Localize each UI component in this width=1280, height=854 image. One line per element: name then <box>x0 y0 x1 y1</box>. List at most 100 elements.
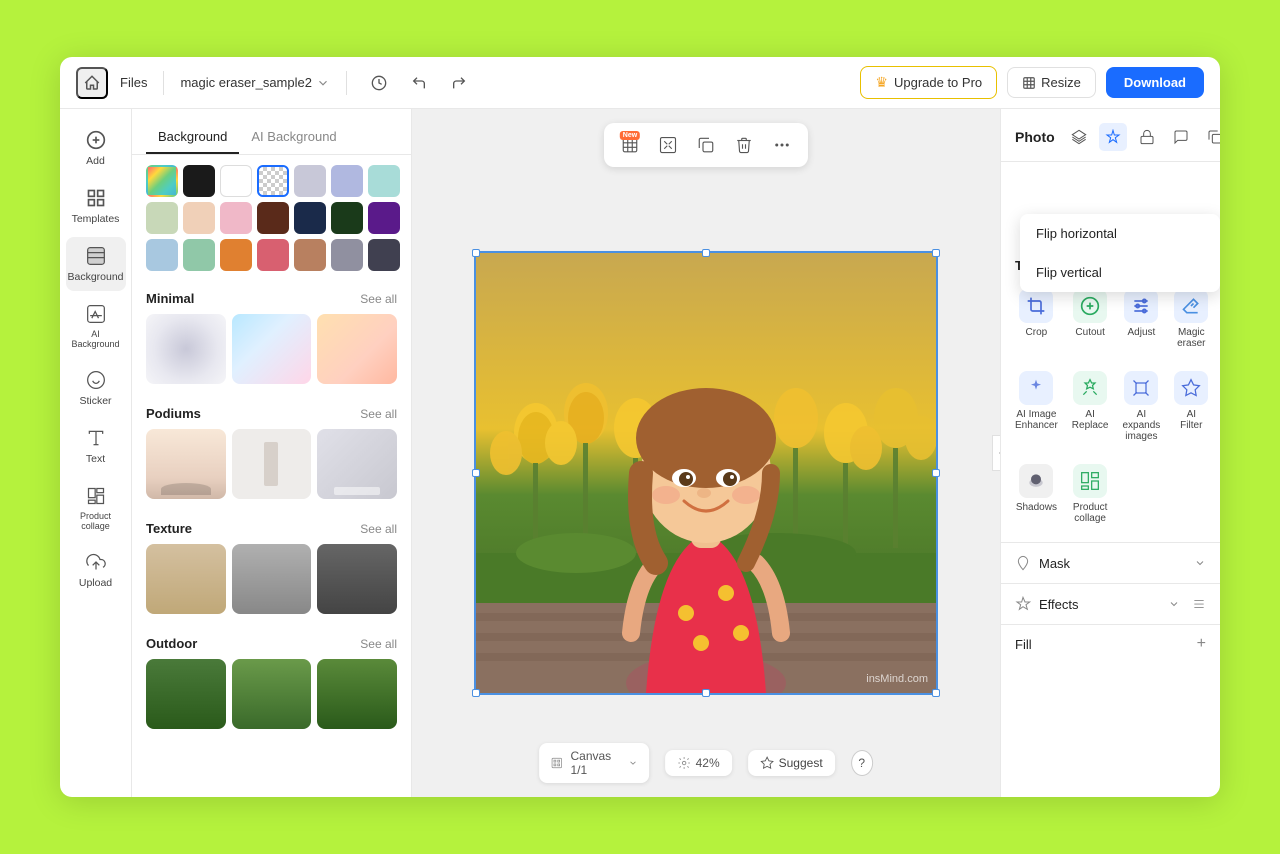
home-button[interactable] <box>76 67 108 99</box>
sidebar-item-add[interactable]: Add <box>66 121 126 175</box>
thumb-outdoor-3[interactable] <box>317 659 397 729</box>
sidebar-item-templates[interactable]: Templates <box>66 179 126 233</box>
outdoor-grid <box>132 655 411 741</box>
tool-ai-image-enhancer[interactable]: AI Image Enhancer <box>1011 363 1062 450</box>
resize-handle-bm[interactable] <box>702 689 710 697</box>
resize-handle-br[interactable] <box>932 689 940 697</box>
tool-ai-filter[interactable]: AI Filter <box>1170 363 1212 450</box>
thumb-texture-3[interactable] <box>317 544 397 614</box>
tool-adjust[interactable]: Adjust <box>1118 281 1164 357</box>
files-link[interactable]: Files <box>120 75 147 90</box>
lock-icon[interactable] <box>1133 123 1161 151</box>
right-panel-title: Photo <box>1015 129 1055 145</box>
swatch-rainbow[interactable] <box>146 165 178 197</box>
swatch-dark-green[interactable] <box>331 202 363 234</box>
download-button[interactable]: Download <box>1106 67 1204 98</box>
flip-horizontal-item[interactable]: Flip horizontal <box>1020 214 1220 253</box>
thumb-podium-2[interactable] <box>232 429 312 499</box>
section-header-outdoor: Outdoor See all <box>132 626 411 655</box>
tool-cutout[interactable]: Cutout <box>1068 281 1113 357</box>
fit-screen-button[interactable] <box>652 129 684 161</box>
minimal-grid <box>132 310 411 396</box>
sidebar-item-upload[interactable]: Upload <box>66 543 126 597</box>
swatch-teal-light[interactable] <box>368 165 400 197</box>
help-button[interactable]: ? <box>851 750 873 776</box>
duplicate-panel-icon[interactable] <box>1201 123 1220 151</box>
suggest-button[interactable]: Suggest <box>748 750 835 776</box>
swatch-mint[interactable] <box>183 239 215 271</box>
swatch-tan[interactable] <box>294 239 326 271</box>
swatch-sage[interactable] <box>146 202 178 234</box>
resize-button[interactable]: Resize <box>1007 67 1096 98</box>
tool-ai-replace[interactable]: AI Replace <box>1068 363 1113 450</box>
canvas-info[interactable]: Canvas 1/1 <box>539 743 649 783</box>
flip-vertical-item[interactable]: Flip vertical <box>1020 253 1220 292</box>
tool-product-collage[interactable]: Product collage <box>1068 456 1113 532</box>
canvas-image: insMind.com <box>476 253 936 693</box>
swatch-rose[interactable] <box>257 239 289 271</box>
podiums-grid <box>132 425 411 511</box>
layers-icon[interactable] <box>1065 123 1093 151</box>
panel-collapse[interactable] <box>992 435 1000 471</box>
sidebar-item-sticker[interactable]: Sticker <box>66 361 126 415</box>
history-button[interactable] <box>363 67 395 99</box>
undo-button[interactable] <box>403 67 435 99</box>
tab-background[interactable]: Background <box>146 121 239 154</box>
thumb-texture-1[interactable] <box>146 544 226 614</box>
swatch-medium-gray[interactable] <box>331 239 363 271</box>
swatch-navy[interactable] <box>294 202 326 234</box>
thumb-minimal-2[interactable] <box>232 314 312 384</box>
swatch-dark-gray[interactable] <box>368 239 400 271</box>
fill-add-button[interactable]: + <box>1197 635 1206 653</box>
upgrade-button[interactable]: ♛ Upgrade to Pro <box>860 66 997 99</box>
swatch-brown[interactable] <box>257 202 289 234</box>
swatch-lavender[interactable] <box>331 165 363 197</box>
resize-handle-bl[interactable] <box>472 689 480 697</box>
thumb-texture-2[interactable] <box>232 544 312 614</box>
sidebar-item-text[interactable]: Text <box>66 419 126 473</box>
swatch-black[interactable] <box>183 165 215 197</box>
resize-handle-tm[interactable] <box>702 249 710 257</box>
tool-crop[interactable]: Crop <box>1011 281 1062 357</box>
tool-magic-eraser[interactable]: Magic eraser <box>1170 281 1212 357</box>
mask-accordion-header[interactable]: Mask <box>1001 543 1220 583</box>
swatch-orange[interactable] <box>220 239 252 271</box>
sidebar-item-background[interactable]: Background <box>66 237 126 291</box>
delete-button[interactable] <box>728 129 760 161</box>
effects-accordion-header[interactable]: Effects <box>1001 584 1220 624</box>
thumb-outdoor-2[interactable] <box>232 659 312 729</box>
tool-ai-expands-images[interactable]: AI expands images <box>1118 363 1164 450</box>
magic-expand-button[interactable]: New <box>614 129 646 161</box>
swatch-peach[interactable] <box>183 202 215 234</box>
resize-handle-tl[interactable] <box>472 249 480 257</box>
tool-shadows[interactable]: Shadows <box>1011 456 1062 532</box>
resize-handle-mr[interactable] <box>932 469 940 477</box>
left-panel: Background AI Background <box>132 109 412 797</box>
ai-filter-icon <box>1174 371 1208 405</box>
thumb-minimal-1[interactable] <box>146 314 226 384</box>
thumb-podium-3[interactable] <box>317 429 397 499</box>
comment-icon[interactable] <box>1167 123 1195 151</box>
tab-ai-background[interactable]: AI Background <box>239 121 348 154</box>
duplicate-button[interactable] <box>690 129 722 161</box>
redo-button[interactable] <box>443 67 475 99</box>
resize-handle-ml[interactable] <box>472 469 480 477</box>
texture-grid <box>132 540 411 626</box>
swatch-gray[interactable] <box>294 165 326 197</box>
swatch-pink[interactable] <box>220 202 252 234</box>
thumb-podium-1[interactable] <box>146 429 226 499</box>
swatch-white[interactable] <box>220 165 252 197</box>
magic-edit-icon[interactable] <box>1099 123 1127 151</box>
filename-display[interactable]: magic eraser_sample2 <box>180 75 330 90</box>
image-frame[interactable]: insMind.com <box>474 251 938 695</box>
resize-handle-tr[interactable] <box>932 249 940 257</box>
sidebar-item-ai-background[interactable]: AI Background <box>66 295 126 357</box>
more-options-button[interactable] <box>766 129 798 161</box>
swatch-transparent[interactable] <box>257 165 289 197</box>
swatch-purple[interactable] <box>368 202 400 234</box>
swatch-blue-light[interactable] <box>146 239 178 271</box>
thumb-minimal-3[interactable] <box>317 314 397 384</box>
sidebar-item-product-collage[interactable]: Product collage <box>66 477 126 539</box>
thumb-outdoor-1[interactable] <box>146 659 226 729</box>
crop-icon <box>1019 289 1053 323</box>
